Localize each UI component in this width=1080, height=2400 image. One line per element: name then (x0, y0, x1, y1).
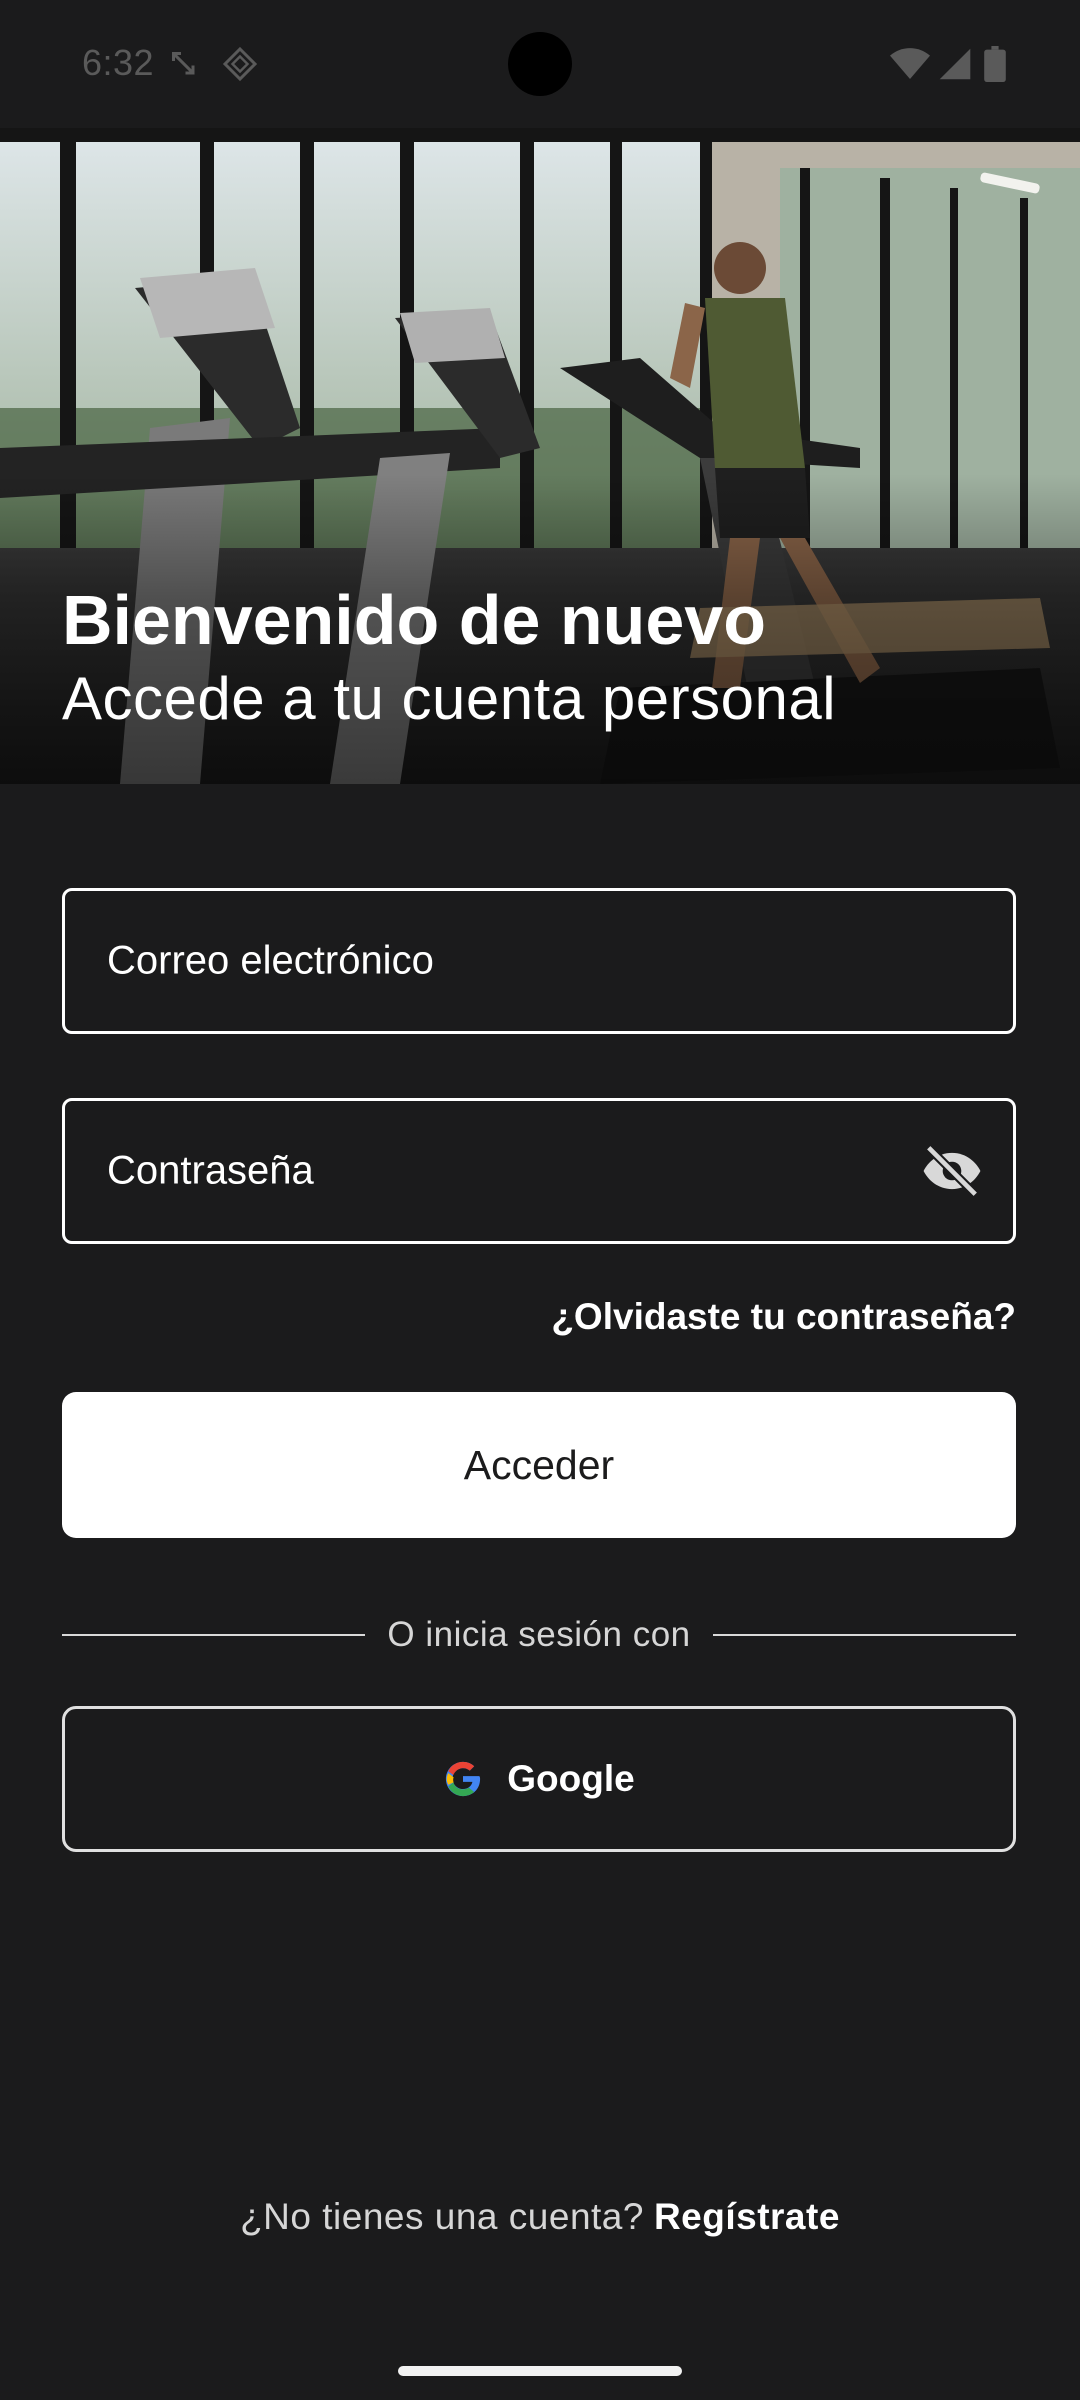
password-field[interactable]: Contraseña (62, 1098, 1016, 1244)
signup-row: ¿No tienes una cuenta? Regístrate (0, 2196, 1080, 2238)
login-button[interactable]: Acceder (62, 1392, 1016, 1538)
signup-link[interactable]: Regístrate (654, 2196, 840, 2237)
forgot-password-link[interactable]: ¿Olvidaste tu contraseña? (551, 1296, 1016, 1338)
google-button-label: Google (507, 1758, 635, 1799)
status-bar: 6:32 (0, 0, 1080, 128)
email-placeholder: Correo electrónico (107, 938, 434, 983)
divider-text: O inicia sesión con (387, 1615, 691, 1654)
signup-prompt: ¿No tienes una cuenta? (240, 2196, 644, 2237)
google-signin-button[interactable]: Google (62, 1706, 1016, 1852)
welcome-title: Bienvenido de nuevo (62, 581, 766, 659)
social-divider: O inicia sesión con (62, 1610, 1017, 1660)
battery-icon (984, 46, 1006, 87)
login-screen: 6:32 Bienvenido de nuevo Accede a tu cue… (0, 0, 1080, 2400)
hero-image: Bienvenido de nuevo Accede a tu cuenta p… (0, 128, 1080, 784)
email-field[interactable]: Correo electrónico (62, 888, 1016, 1034)
signal-icon (938, 46, 972, 87)
welcome-subtitle: Accede a tu cuenta personal (62, 665, 837, 732)
camera-cutout (508, 32, 572, 96)
divider-line-right (712, 1634, 1017, 1636)
eye-off-icon[interactable] (921, 1140, 983, 1202)
fullscreen-arrow-icon (166, 46, 202, 87)
wifi-icon (890, 46, 930, 87)
status-time: 6:32 (82, 42, 155, 83)
location-diamond-icon (222, 46, 258, 87)
google-logo-icon (443, 1759, 483, 1799)
home-indicator[interactable] (398, 2366, 682, 2376)
divider-line-left (62, 1634, 366, 1636)
login-button-label: Acceder (463, 1441, 615, 1488)
password-placeholder: Contraseña (107, 1148, 314, 1193)
